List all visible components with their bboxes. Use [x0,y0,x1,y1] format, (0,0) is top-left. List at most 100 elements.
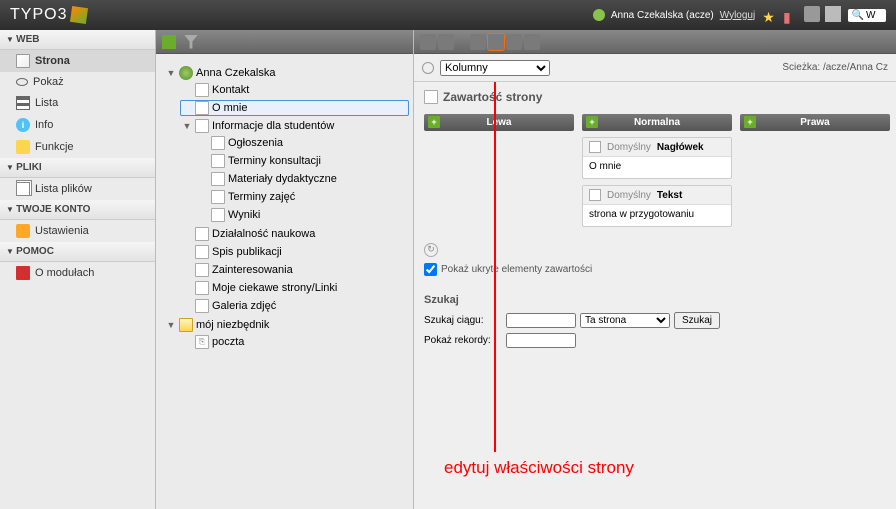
ce-header: Domyślny Nagłówek [583,138,731,157]
sidebar-section-header[interactable]: WEB [0,30,155,50]
reload-icon[interactable]: ↻ [424,243,438,257]
page-icon [195,101,209,115]
tree-node-label: O mnie [212,102,247,114]
close-icon[interactable] [438,34,454,50]
content-column: +Prawa [740,114,890,227]
sidebar-item-o modułach[interactable]: O modułach [0,262,155,284]
move-icon[interactable] [506,34,522,50]
tree-node[interactable]: Galeria zdjęć [180,298,409,314]
breadcrumb: Ścieżka: /acze/Anna Cz [782,62,888,73]
sidebar-section-header[interactable]: TWOJE KONTO [0,200,155,220]
logout-link[interactable]: Wyloguj [720,10,755,21]
ce-icon [589,141,601,153]
search-string-input[interactable] [506,313,576,328]
layout-icon [422,62,434,74]
filter-icon[interactable] [184,35,198,49]
new-page-icon[interactable] [162,35,176,49]
show-hidden-toggle[interactable]: Pokaż ukryte elementy zawartości [424,263,886,276]
ce-type: Domyślny [607,142,651,153]
i-book-icon [16,266,30,280]
bookmark-icon[interactable]: ▮ [783,9,799,25]
page-icon [195,83,209,97]
save-icon[interactable] [420,34,436,50]
edit-icon[interactable] [825,6,841,22]
tree-node[interactable]: Moje ciekawe strony/Linki [180,280,409,296]
ce-body: strona w przygotowaniu [589,209,725,220]
search-string-label: Szukaj ciągu: [424,315,502,326]
sidebar-item-label: Info [35,119,53,131]
tree-node[interactable]: Wyniki [196,207,409,223]
page-title: Zawartość strony [424,90,886,104]
sidebar-item-info[interactable]: i Info [0,114,155,136]
tree-node[interactable]: Materiały dydaktyczne [196,171,409,187]
tree-node[interactable]: Terminy konsultacji [196,153,409,169]
tree-toggle[interactable]: ▼ [166,320,176,330]
content-element[interactable]: Domyślny Tekst strona w przygotowaniu [582,185,732,227]
content-element[interactable]: Domyślny NagłówekO mnie [582,137,732,179]
tree-node-label: Wyniki [228,209,260,221]
sidebar-item-label: Lista plików [35,183,92,195]
layout-select[interactable]: Kolumny [440,60,550,76]
page-icon [211,208,225,222]
tree-node[interactable]: ▼mój niezbędnik [164,317,409,333]
history-icon[interactable] [470,34,486,50]
page-icon [195,227,209,241]
page-icon [195,281,209,295]
tree-node[interactable]: ⎘poczta [180,334,409,350]
page-icon [195,245,209,259]
page-icon [211,136,225,150]
show-records-label: Pokaż rekordy: [424,335,502,346]
sidebar-section-header[interactable]: PLIKI [0,158,155,178]
tree-node[interactable]: Kontakt [180,82,409,98]
sidebar-item-funkcje[interactable]: Funkcje [0,136,155,158]
search-button[interactable]: Szukaj [674,312,720,329]
search-heading: Szukaj [424,294,886,306]
sidebar-item-lista plików[interactable]: Lista plików [0,178,155,200]
i-func-icon [16,140,30,154]
sidebar-item-ustawienia[interactable]: Ustawienia [0,220,155,242]
app-logo: TYPO3 [10,6,87,24]
tree-root[interactable]: ▼Anna Czekalska [164,65,409,81]
i-info-icon: i [16,118,30,132]
global-search[interactable]: 🔍 [848,9,886,22]
tree-node[interactable]: Zainteresowania [180,262,409,278]
sidebar-item-pokaż[interactable]: Pokaż [0,72,155,92]
tree-node[interactable]: Terminy zajęć [196,189,409,205]
edit-page-properties-icon[interactable] [488,34,504,50]
page-icon: ⎘ [195,335,209,349]
sidebar-item-strona[interactable]: Strona [0,50,155,72]
column-name: Normalna [634,117,680,128]
camera-icon[interactable] [804,6,820,22]
ce-header: Domyślny Tekst [583,186,731,205]
sidebar-item-label: Ustawienia [35,225,89,237]
tree-toggle[interactable]: ▼ [182,121,192,131]
global-search-input[interactable] [866,10,882,21]
i-page-icon [16,54,30,68]
tree-node-label: Terminy zajęć [228,191,295,203]
page-icon [195,299,209,313]
show-records-input[interactable] [506,333,576,348]
logo-icon [70,6,88,24]
new-content-icon[interactable] [524,34,540,50]
tree-node-label: Ogłoszenia [228,137,283,149]
tree-toggle[interactable]: ▼ [166,68,176,78]
add-content-icon[interactable]: + [586,116,598,128]
tree-node[interactable]: Ogłoszenia [196,135,409,151]
search-scope-select[interactable]: Ta strona [580,313,670,328]
page-tree-panel: ▼Anna CzekalskaKontakt O mnie ▼Informacje … [156,30,414,509]
tree-node[interactable]: O mnie [180,100,409,116]
sidebar-item-lista[interactable]: Lista [0,92,155,114]
user-icon [593,9,605,21]
tree-node-label: Spis publikacji [212,246,282,258]
star-icon[interactable]: ★ [762,9,778,25]
add-content-icon[interactable]: + [428,116,440,128]
tree-node-label: Galeria zdjęć [212,300,276,312]
show-hidden-checkbox[interactable] [424,263,437,276]
tree-node[interactable]: ▼Informacje dla studentów [180,118,409,134]
layout-row: Kolumny Ścieżka: /acze/Anna Cz [414,54,896,82]
ce-title: Tekst [657,190,682,201]
add-content-icon[interactable]: + [744,116,756,128]
tree-node[interactable]: Działalność naukowa [180,226,409,242]
tree-node[interactable]: Spis publikacji [180,244,409,260]
sidebar-section-header[interactable]: POMOC [0,242,155,262]
